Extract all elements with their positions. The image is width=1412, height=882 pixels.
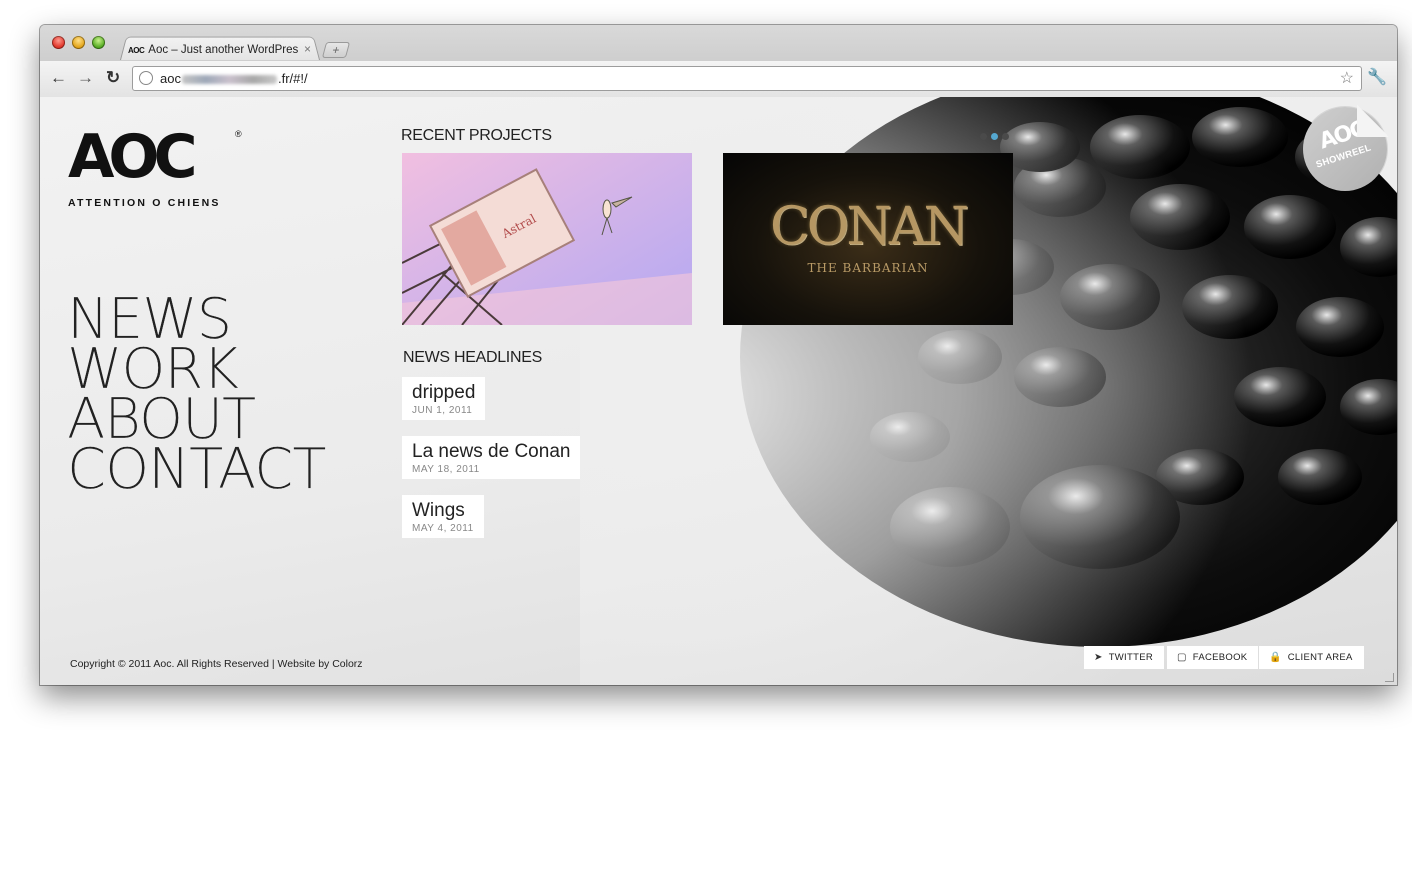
recent-projects-heading: RECENT PROJECTS — [401, 127, 552, 144]
project-thumbnail-dripped[interactable]: Astral — [402, 153, 692, 325]
tab-close-icon[interactable]: × — [304, 42, 311, 56]
news-item[interactable]: dripped JUN 1, 2011 — [402, 377, 486, 420]
browser-tab-content[interactable]: AOC Aoc – Just another WordPress site — [128, 39, 318, 61]
page-content: AOC ® ATTENTION O CHIENS NEWS WORK ABOUT… — [40, 97, 1397, 685]
logo-tagline: ATTENTION O CHIENS — [68, 197, 221, 209]
twitter-bird-icon: ➤ — [1094, 652, 1103, 663]
conan-subtitle-art: THE BARBARIAN — [807, 261, 929, 275]
url-prefix: aoc — [160, 71, 181, 86]
twitter-label: TWITTER — [1108, 652, 1153, 663]
news-item-title: dripped — [412, 382, 476, 403]
news-item[interactable]: La news de Conan MAY 18, 2011 — [402, 436, 581, 479]
lock-icon: 🔒 — [1269, 652, 1282, 663]
client-area-label: CLIENT AREA — [1287, 652, 1353, 663]
news-item-date: MAY 4, 2011 — [412, 523, 474, 534]
news-headlines-heading: NEWS HEADLINES — [403, 349, 542, 366]
news-item[interactable]: Wings MAY 4, 2011 — [402, 495, 484, 538]
browser-toolbar: ← → ↻ aoc .fr/#!/ ☆ 🔧 — [40, 61, 1397, 97]
footer-copyright: Copyright © 2011 Aoc. All Rights Reserve… — [70, 658, 363, 670]
project-thumbnail-conan[interactable]: CONAN THE BARBARIAN — [723, 153, 1013, 325]
page-curl-icon — [1357, 105, 1389, 137]
facebook-label: FACEBOOK — [1192, 652, 1248, 663]
twitter-button[interactable]: ➤ TWITTER — [1084, 646, 1164, 669]
carousel-dot[interactable] — [1002, 133, 1009, 140]
carousel-dot[interactable] — [980, 133, 987, 140]
news-item-title: Wings — [412, 500, 465, 521]
forward-arrow-icon[interactable]: → — [77, 69, 94, 87]
news-item-date: MAY 18, 2011 — [412, 464, 480, 475]
tab-title: Aoc – Just another WordPress site — [148, 44, 299, 56]
bookmark-star-icon[interactable]: ☆ — [1340, 67, 1354, 90]
news-item-title: La news de Conan — [412, 441, 571, 462]
billboard-illustration: Astral — [402, 153, 692, 325]
new-tab-button[interactable]: + — [321, 42, 351, 58]
window-resize-handle[interactable] — [1385, 673, 1394, 682]
back-arrow-icon[interactable]: ← — [50, 69, 67, 87]
carousel-dot-active[interactable] — [991, 133, 998, 140]
news-item-date: JUN 1, 2011 — [412, 405, 473, 416]
facebook-like-icon: ▢ — [1177, 652, 1187, 663]
close-window-button[interactable] — [52, 36, 65, 49]
registered-mark: ® — [235, 129, 242, 139]
address-bar[interactable]: aoc .fr/#!/ ☆ — [132, 66, 1362, 91]
reload-icon[interactable]: ↻ — [106, 69, 120, 87]
url-redacted — [181, 75, 277, 85]
zoom-window-button[interactable] — [92, 36, 105, 49]
facebook-button[interactable]: ▢ FACEBOOK — [1167, 646, 1259, 669]
wrench-menu-icon[interactable]: 🔧 — [1367, 67, 1387, 87]
url-suffix: .fr/#!/ — [277, 71, 308, 86]
browser-chrome: AOC Aoc – Just another WordPress site × … — [40, 25, 1397, 97]
conan-title-art: CONAN — [770, 197, 969, 257]
main-navigation: NEWS WORK ABOUT CONTACT — [67, 291, 327, 497]
nav-contact[interactable]: CONTACT — [67, 441, 327, 497]
aoc-logo[interactable]: AOC ® ATTENTION O CHIENS — [68, 122, 242, 209]
minimize-window-button[interactable] — [72, 36, 85, 49]
browser-window: AOC Aoc – Just another WordPress site × … — [40, 25, 1397, 685]
logo-mark: AOC — [68, 122, 197, 192]
globe-icon — [139, 71, 153, 85]
tab-favicon-icon: AOC — [128, 45, 145, 55]
client-area-button[interactable]: 🔒 CLIENT AREA — [1259, 646, 1364, 669]
carousel-pagination — [980, 133, 1009, 140]
showreel-badge[interactable]: AOC SHOWREEL — [1303, 105, 1389, 191]
